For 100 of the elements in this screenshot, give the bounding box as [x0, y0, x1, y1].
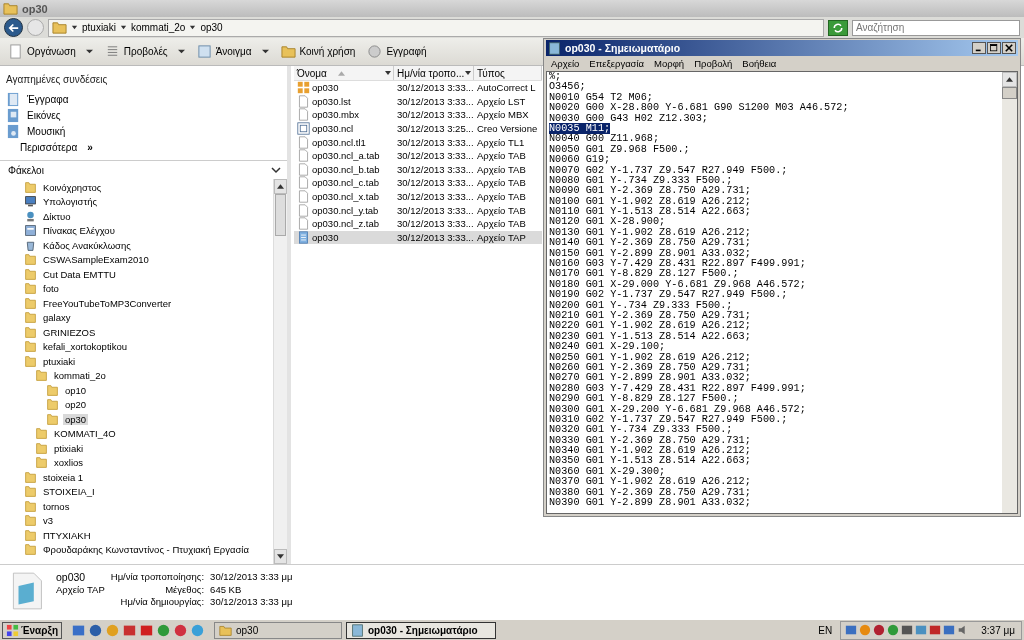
- folder-tree-item[interactable]: foto: [41, 283, 61, 295]
- folder-tree-item[interactable]: FreeYouTubeToMP3Converter: [41, 297, 174, 309]
- folder-tree-item[interactable]: kommati_2o: [52, 370, 108, 382]
- maximize-button[interactable]: [987, 42, 1001, 54]
- file-row[interactable]: op030.ncl_b.tab 30/12/2013 3:33... Αρχείο TAB: [294, 162, 542, 177]
- modified-date: 30/12/2013 3:33...: [396, 95, 474, 107]
- tray-icon[interactable]: [901, 624, 914, 636]
- folder-tree-item[interactable]: Δίκτυο: [41, 210, 73, 222]
- folder-tree-item[interactable]: op20: [63, 399, 89, 411]
- code-line: N0350 G01 Y-1.513 Z8.514 A22.663;: [549, 455, 751, 467]
- menu-item[interactable]: Επεξεργασία: [589, 58, 645, 69]
- tray-icon[interactable]: [943, 624, 956, 636]
- file-row[interactable]: op030.ncl.tl1 30/12/2013 3:33... Αρχείο TL1: [294, 135, 542, 149]
- folder-tree-item[interactable]: Φρουδαράκης Κωνσταντίνος - Πτυχιακή Εργασία: [41, 544, 251, 556]
- code-line: N0040 G00 Z11.968;: [549, 133, 660, 145]
- column-header[interactable]: Τύπος: [474, 66, 542, 80]
- folder-tree-item[interactable]: v3: [41, 515, 56, 527]
- folder-tree-item[interactable]: tornos: [41, 500, 72, 512]
- folder-tree-item[interactable]: ΠΤΥΧΙΑΚΗ: [41, 529, 93, 541]
- folders-header[interactable]: Φάκελοι: [0, 160, 287, 179]
- more-link[interactable]: Περισσότερα »: [6, 140, 287, 154]
- tray-icon[interactable]: [887, 624, 900, 636]
- folder-tree-item[interactable]: ptixiaki: [52, 442, 86, 454]
- toolbar-button[interactable]: Προβολές: [100, 42, 189, 61]
- app-icon[interactable]: [123, 623, 136, 637]
- sort-arrow-icon: [337, 70, 345, 76]
- column-header[interactable]: Ημ/νία τροπο...: [394, 66, 474, 80]
- file-row[interactable]: op030 30/12/2013 3:33... AutoCorrect L: [294, 81, 542, 95]
- modified-date: 30/12/2013 3:33...: [396, 191, 474, 203]
- menu-item[interactable]: Βοήθεια: [742, 58, 777, 69]
- menu-item[interactable]: Προβολή: [694, 58, 733, 69]
- file-row[interactable]: op030 30/12/2013 3:33... Αρχείο TAP: [294, 230, 542, 245]
- menu-item[interactable]: Αρχείο: [551, 58, 580, 69]
- document-icon: [8, 44, 23, 59]
- file-row[interactable]: op030.ncl_y.tab 30/12/2013 3:33... Αρχείο TAB: [294, 203, 542, 217]
- breadcrumb[interactable]: kommati_2o: [130, 22, 186, 33]
- folder-tree-item[interactable]: CSWASampleExam2010: [41, 254, 151, 266]
- column-header[interactable]: Όνομα: [294, 66, 394, 80]
- folder-tree-item[interactable]: GRINIEZOS: [41, 326, 98, 338]
- maximize-icon: [990, 44, 998, 52]
- caret-icon: [189, 24, 197, 31]
- tray-icon[interactable]: [845, 624, 858, 636]
- down-arrow-icon: [277, 554, 284, 560]
- file-row[interactable]: op030.ncl_z.tab 30/12/2013 3:33... Αρχείο TAB: [294, 216, 542, 231]
- file-name: op030.ncl_b.tab: [312, 163, 380, 175]
- folder-tree-item[interactable]: Κοινόχρηστος: [41, 181, 104, 193]
- taskbar-button[interactable]: op030 - Σημειωματάριο: [346, 621, 496, 639]
- scrollbar[interactable]: [1002, 72, 1017, 513]
- minimize-button[interactable]: [972, 42, 986, 54]
- menu-item[interactable]: Μορφή: [654, 58, 685, 69]
- folder-tree-item[interactable]: kefali_xortokoptikou: [41, 341, 129, 353]
- toolbar-button[interactable]: Άνοιγμα: [192, 42, 273, 61]
- favorite-link[interactable]: Έγγραφα: [6, 92, 287, 106]
- file-row[interactable]: op030.ncl_a.tab 30/12/2013 3:33... Αρχείο TAB: [294, 148, 542, 163]
- folder-tree-item[interactable]: stoixeia 1: [41, 471, 86, 483]
- back-button[interactable]: [4, 18, 23, 37]
- folder-tree-item[interactable]: op30: [63, 413, 89, 425]
- file-row[interactable]: op030.ncl_x.tab 30/12/2013 3:33... Αρχείο TAB: [294, 189, 542, 204]
- up-arrow-icon: [1006, 77, 1013, 82]
- scrollbar-thumb[interactable]: [1002, 87, 1017, 99]
- breadcrumb[interactable]: op30: [200, 22, 223, 33]
- folder-tree-item[interactable]: galaxy: [41, 312, 73, 324]
- toolbar-button[interactable]: Κοινή χρήση: [276, 42, 360, 61]
- scrollbar[interactable]: [273, 179, 287, 565]
- code-line: N0050 G01 Z9.968 F500.;: [549, 143, 690, 155]
- favorite-link[interactable]: Εικόνες: [6, 108, 287, 122]
- file-row[interactable]: op030.lst 30/12/2013 3:33... Αρχείο LST: [294, 94, 542, 109]
- tray-icon[interactable]: [915, 624, 928, 636]
- folder-tree-item[interactable]: Πίνακας Ελέγχου: [41, 225, 117, 237]
- modified-date: 30/12/2013 3:33...: [396, 109, 474, 121]
- file-row[interactable]: op030.mbx 30/12/2013 3:33... Αρχείο MBX: [294, 108, 542, 122]
- folder-tree-item[interactable]: STOIXEIA_I: [41, 486, 97, 498]
- tray-icon[interactable]: [929, 624, 942, 636]
- address-bar[interactable]: ptuxiaki kommati_2o op30: [48, 18, 824, 37]
- folder-tree-item[interactable]: Cut Data EMTTU: [41, 268, 118, 280]
- forward-button[interactable]: [27, 19, 44, 36]
- refresh-button[interactable]: [828, 19, 848, 36]
- caret-icon: [71, 24, 78, 31]
- folder-tree-item[interactable]: xoxlios: [52, 457, 86, 469]
- folder-tree-item[interactable]: Κάδος Ανακύκλωσης: [41, 239, 133, 251]
- modified-date: 30/12/2013 3:33...: [396, 163, 474, 175]
- file-row[interactable]: op030.ncl 30/12/2013 3:25... Creo Versione: [294, 121, 542, 136]
- search-field[interactable]: Αναζήτηση: [852, 19, 1020, 36]
- tray-icon[interactable]: [873, 624, 886, 636]
- folder-tree-item[interactable]: KOMMATI_4O: [52, 428, 118, 440]
- close-button[interactable]: [1002, 42, 1016, 54]
- start-button[interactable]: Έναρξη: [2, 621, 62, 639]
- favorite-link[interactable]: Μουσική: [6, 124, 287, 138]
- code-line: N0120 G01 X-28.900;: [549, 216, 666, 228]
- file-row[interactable]: op030.ncl_c.tab 30/12/2013 3:33... Αρχείο TAB: [294, 176, 542, 190]
- folder-tree-item[interactable]: Υπολογιστής: [41, 196, 100, 208]
- language-indicator[interactable]: EN: [818, 624, 837, 636]
- code-line: N0370 G01 Y-1.902 Z8.619 A26.212;: [549, 476, 751, 488]
- folder-tree-item[interactable]: ptuxiaki: [41, 355, 78, 367]
- toolbar-button[interactable]: Οργάνωση: [4, 42, 97, 61]
- folder-tree-item[interactable]: op10: [63, 384, 89, 396]
- taskbar-button[interactable]: op30: [214, 621, 342, 639]
- scrollbar-thumb[interactable]: [275, 194, 286, 236]
- breadcrumb[interactable]: ptuxiaki: [82, 22, 116, 33]
- toolbar-button[interactable]: Εγγραφή: [363, 42, 431, 61]
